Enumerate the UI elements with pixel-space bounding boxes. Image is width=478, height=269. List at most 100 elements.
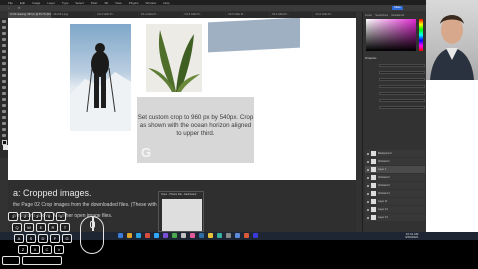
type-tool-icon[interactable] — [2, 110, 6, 113]
prop-field[interactable] — [379, 106, 425, 109]
visibility-eye-icon[interactable] — [367, 216, 369, 219]
prop-field[interactable] — [379, 85, 425, 88]
gradient-tool-icon[interactable] — [2, 86, 6, 89]
properties-title: Properties — [365, 57, 377, 60]
tab-gradients[interactable]: Gradients — [391, 12, 404, 18]
share-button[interactable]: Share — [392, 6, 403, 10]
clock-date: 4/26/2021 — [405, 235, 419, 239]
prop-field[interactable] — [379, 71, 425, 74]
ocean-photo-partial[interactable] — [208, 18, 300, 53]
healing-tool-icon[interactable] — [2, 56, 6, 59]
key-cap: W — [24, 223, 34, 232]
hiker-photo[interactable] — [70, 24, 131, 131]
visibility-eye-icon[interactable] — [367, 192, 369, 195]
taskbar-preview-popup[interactable]: Open - Photos File - Dashboard — [158, 191, 204, 232]
layer-row[interactable]: Layer 1 — [365, 166, 425, 173]
app-icon[interactable] — [190, 233, 195, 238]
app-icon[interactable] — [226, 233, 231, 238]
visibility-eye-icon[interactable] — [367, 152, 369, 155]
dodge-tool-icon[interactable] — [2, 98, 6, 101]
prop-field[interactable] — [379, 92, 425, 95]
layer-row[interactable]: Artboard 3 — [365, 182, 425, 189]
layer-name: Layer 12 — [378, 208, 388, 211]
system-clock[interactable]: 10:41 AM 4/26/2021 — [405, 233, 418, 239]
prop-field[interactable] — [379, 99, 425, 102]
app-icon[interactable] — [208, 233, 213, 238]
visibility-eye-icon[interactable] — [367, 200, 369, 203]
layer-row[interactable]: Artboard 1 — [365, 158, 425, 165]
menu-select[interactable]: Select — [75, 1, 83, 5]
app-icon[interactable] — [217, 233, 222, 238]
app-icon[interactable] — [235, 233, 240, 238]
layer-name: Layer 13 — [378, 216, 388, 219]
folder-icon[interactable] — [127, 233, 132, 238]
color-picker-field[interactable] — [366, 19, 416, 51]
visibility-eye-icon[interactable] — [367, 208, 369, 211]
hue-slider[interactable] — [419, 19, 423, 51]
tab-color[interactable]: Color — [365, 12, 372, 18]
visibility-eye-icon[interactable] — [367, 160, 369, 163]
properties-title-row: Properties — [365, 56, 425, 61]
layer-row[interactable]: Layer 13 — [365, 214, 425, 221]
app-icon[interactable] — [253, 233, 258, 238]
prop-field[interactable] — [379, 64, 425, 67]
history-brush-tool-icon[interactable] — [2, 74, 6, 77]
menu-image[interactable]: Image — [32, 1, 40, 5]
eraser-tool-icon[interactable] — [2, 80, 6, 83]
menu-edit[interactable]: Edit — [20, 1, 25, 5]
layer-row[interactable]: Layer 11 — [365, 198, 425, 205]
prop-row — [365, 105, 425, 110]
app-icon[interactable] — [163, 233, 168, 238]
menu-help[interactable]: Help — [163, 1, 169, 5]
stamp-tool-icon[interactable] — [2, 68, 6, 71]
edge-icon[interactable] — [136, 233, 141, 238]
app-icon[interactable] — [244, 233, 249, 238]
app-icon[interactable] — [199, 233, 204, 238]
prop-field[interactable] — [379, 78, 425, 81]
layer-name: Artboard 1 — [378, 160, 390, 163]
app-icon[interactable] — [181, 233, 186, 238]
marquee-tool-icon[interactable] — [2, 26, 6, 29]
preview-thumbnail[interactable] — [162, 199, 202, 231]
visibility-eye-icon[interactable] — [367, 168, 369, 171]
layer-row[interactable]: Layer 12 — [365, 206, 425, 213]
app-icon[interactable] — [172, 233, 177, 238]
eyedropper-tool-icon[interactable] — [2, 50, 6, 53]
home-icon[interactable]: ⌂ — [8, 6, 10, 10]
crop-tool-icon[interactable] — [2, 44, 6, 47]
menu-view[interactable]: View — [115, 1, 121, 5]
app-icon[interactable] — [145, 233, 150, 238]
key-cap: R — [48, 223, 58, 232]
brush-tool-icon[interactable] — [2, 62, 6, 65]
layer-row[interactable]: Artboard 4 — [365, 190, 425, 197]
move-tool-icon[interactable]: ✥ — [18, 6, 21, 10]
menu-type[interactable]: Type — [62, 1, 69, 5]
artboard-canvas[interactable]: Set custom crop to 960 px by 540px. Crop… — [8, 18, 356, 180]
photoshop-icon[interactable] — [154, 233, 159, 238]
path-select-tool-icon[interactable] — [2, 116, 6, 119]
pen-tool-icon[interactable] — [2, 104, 6, 107]
layer-thumbnail — [371, 183, 376, 188]
crop-placeholder[interactable]: Set custom crop to 960 px by 540px. Crop… — [137, 97, 254, 163]
menu-file[interactable]: File — [8, 1, 13, 5]
layer-row[interactable]: Artboard 2 — [365, 174, 425, 181]
menu-3d[interactable]: 3D — [104, 1, 108, 5]
zoom-tool-icon[interactable] — [2, 134, 6, 137]
quick-select-tool-icon[interactable] — [2, 38, 6, 41]
move-tool-icon[interactable] — [2, 20, 6, 23]
plant-photo[interactable] — [146, 24, 202, 92]
blur-tool-icon[interactable] — [2, 92, 6, 95]
menu-filter[interactable]: Filter — [91, 1, 98, 5]
visibility-eye-icon[interactable] — [367, 176, 369, 179]
prop-row — [365, 98, 425, 103]
hand-tool-icon[interactable] — [2, 128, 6, 131]
right-panels: Color Swatches Gradients Properties Back… — [362, 12, 426, 232]
menu-window[interactable]: Window — [146, 1, 157, 5]
lasso-tool-icon[interactable] — [2, 32, 6, 35]
layer-row[interactable]: Background — [365, 150, 425, 157]
menu-plugins[interactable]: Plugins — [129, 1, 139, 5]
menu-layer[interactable]: Layer — [47, 1, 55, 5]
visibility-eye-icon[interactable] — [367, 184, 369, 187]
tab-swatches[interactable]: Swatches — [375, 12, 388, 18]
shape-tool-icon[interactable] — [2, 122, 6, 125]
